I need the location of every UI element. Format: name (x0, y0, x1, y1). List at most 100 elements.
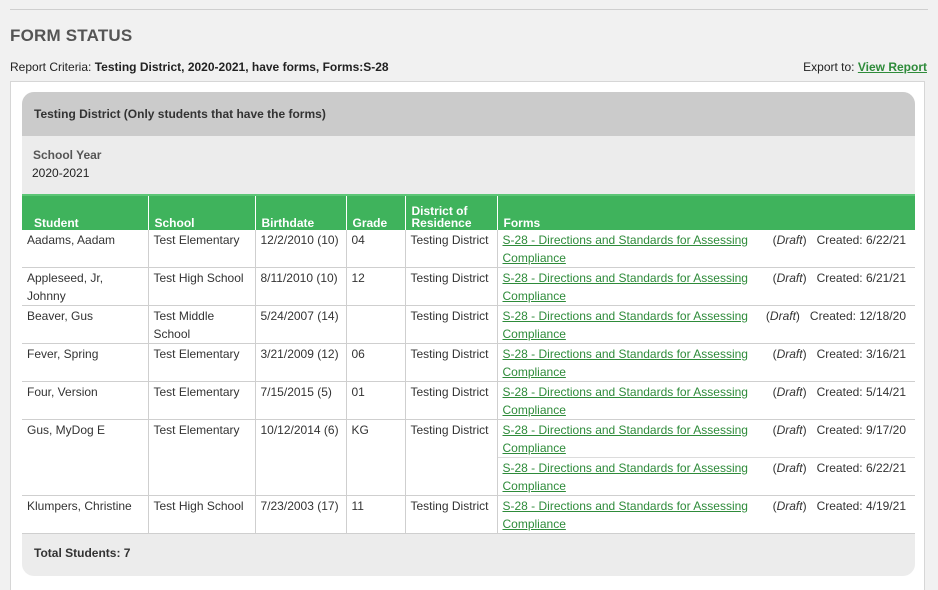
birthdate-cell: 5/24/2007 (14) (254, 305, 346, 344)
forms-cell: S-28 - Directions and Standards for Asse… (496, 419, 916, 496)
form-meta: (Draft) Created: 4/19/21 (773, 497, 906, 533)
view-report-link[interactable]: View Report (858, 60, 927, 74)
form-created-date: Created: 9/17/20 (816, 423, 906, 437)
form-status: Draft (776, 271, 803, 285)
form-meta: (Draft) Created: 3/16/21 (773, 345, 906, 381)
form-entry: S-28 - Directions and Standards for Asse… (498, 420, 916, 457)
school-cell: Test Elementary (147, 230, 255, 268)
form-status: Draft (769, 309, 796, 323)
form-created-date: Created: 6/21/21 (816, 271, 906, 285)
district-cell: Testing District (404, 495, 497, 534)
column-header-school: School (147, 194, 255, 230)
paren-close: ) (802, 271, 817, 285)
export-label: Export to: (803, 60, 858, 74)
grade-cell (345, 305, 405, 344)
school-cell: Test Elementary (147, 343, 255, 382)
form-link[interactable]: S-28 - Directions and Standards for Asse… (503, 383, 763, 419)
paren-close: ) (795, 309, 810, 323)
forms-cell: S-28 - Directions and Standards for Asse… (496, 343, 916, 382)
student-cell: Appleseed, Jr, Johnny (22, 267, 148, 306)
forms-cell: S-28 - Directions and Standards for Asse… (496, 230, 916, 268)
column-header-student: Student (22, 194, 148, 230)
form-meta: (Draft) Created: 9/17/20 (773, 421, 906, 457)
table-row: Gus, MyDog E Test Elementary 10/12/2014 (6… (22, 419, 916, 496)
form-link[interactable]: S-28 - Directions and Standards for Asse… (503, 421, 763, 457)
column-header-birthdate: Birthdate (254, 194, 346, 230)
paren-close: ) (802, 461, 817, 475)
total-students: Total Students: 7 (34, 546, 131, 560)
district-header: Testing District (Only students that hav… (22, 92, 915, 136)
paren-close: ) (802, 499, 817, 513)
birthdate-cell: 3/21/2009 (12) (254, 343, 346, 382)
student-cell: Beaver, Gus (22, 305, 148, 344)
column-header-grade: Grade (345, 194, 405, 230)
form-link[interactable]: S-28 - Directions and Standards for Asse… (503, 307, 763, 343)
column-header-district: District of Residence (404, 194, 497, 230)
students-table: Student School Birthdate Grade District … (22, 194, 915, 534)
form-created-date: Created: 12/18/20 (809, 309, 906, 323)
report-criteria-label: Report Criteria: (10, 60, 95, 74)
form-link[interactable]: S-28 - Directions and Standards for Asse… (503, 231, 763, 267)
student-cell: Four, Version (22, 381, 148, 420)
paren-close: ) (802, 233, 817, 247)
school-cell: Test Middle School (147, 305, 255, 344)
report-criteria-value: Testing District, 2020-2021, have forms,… (94, 60, 389, 74)
paren-close: ) (802, 423, 817, 437)
student-cell: Klumpers, Christine (22, 495, 148, 534)
grade-cell: 04 (345, 230, 405, 268)
school-year-label: School Year (33, 148, 102, 162)
form-link[interactable]: S-28 - Directions and Standards for Asse… (503, 269, 763, 305)
grade-cell: 06 (345, 343, 405, 382)
top-divider (10, 9, 928, 10)
form-entry: S-28 - Directions and Standards for Asse… (497, 457, 915, 495)
form-created-date: Created: 5/14/21 (816, 385, 906, 399)
report-box: Testing District (Only students that hav… (22, 92, 915, 576)
table-row: Appleseed, Jr, Johnny Test High School 8/1… (22, 267, 916, 306)
form-meta: (Draft) Created: 12/18/20 (766, 307, 906, 343)
district-cell: Testing District (404, 305, 497, 344)
student-cell: Gus, MyDog E (22, 419, 148, 496)
district-cell: Testing District (404, 419, 497, 496)
table-row: Fever, Spring Test Elementary 3/21/2009 (1… (22, 343, 916, 382)
form-created-date: Created: 6/22/21 (816, 461, 906, 475)
form-status: Draft (776, 423, 803, 437)
form-link[interactable]: S-28 - Directions and Standards for Asse… (503, 459, 763, 495)
form-created-date: Created: 3/16/21 (816, 347, 906, 361)
column-header-forms: Forms (496, 194, 915, 230)
form-created-date: Created: 6/22/21 (816, 233, 906, 247)
birthdate-cell: 7/23/2003 (17) (254, 495, 346, 534)
form-entry: S-28 - Directions and Standards for Asse… (498, 230, 916, 267)
table-header-row: Student School Birthdate Grade District … (22, 194, 915, 230)
grade-cell: 11 (345, 495, 405, 534)
form-status: Draft (776, 499, 803, 513)
form-entry: S-28 - Directions and Standards for Asse… (498, 382, 916, 419)
grade-cell: 12 (345, 267, 405, 306)
birthdate-cell: 8/11/2010 (10) (254, 267, 346, 306)
form-meta: (Draft) Created: 6/22/21 (773, 231, 906, 267)
birthdate-cell: 12/2/2010 (10) (254, 230, 346, 268)
district-cell: Testing District (404, 230, 497, 268)
form-status: Draft (776, 385, 803, 399)
table-row: Aadams, Aadam Test Elementary 12/2/2010 (1… (22, 230, 915, 268)
form-status: Draft (776, 233, 803, 247)
forms-cell: S-28 - Directions and Standards for Asse… (496, 381, 916, 420)
report-panel: Testing District (Only students that hav… (10, 81, 925, 590)
forms-cell: S-28 - Directions and Standards for Asse… (496, 305, 915, 344)
form-entry: S-28 - Directions and Standards for Asse… (498, 344, 916, 381)
school-year-value: 2020-2021 (32, 166, 90, 180)
form-link[interactable]: S-28 - Directions and Standards for Asse… (503, 497, 763, 533)
school-cell: Test High School (147, 495, 255, 534)
form-link[interactable]: S-28 - Directions and Standards for Asse… (503, 345, 763, 381)
paren-close: ) (802, 385, 817, 399)
forms-cell: S-28 - Directions and Standards for Asse… (496, 495, 916, 534)
birthdate-cell: 10/12/2014 (6) (254, 419, 346, 496)
school-cell: Test Elementary (147, 381, 255, 420)
forms-cell: S-28 - Directions and Standards for Asse… (496, 267, 916, 306)
district-cell: Testing District (404, 381, 497, 420)
form-entry: S-28 - Directions and Standards for Asse… (498, 268, 916, 305)
form-status: Draft (776, 347, 803, 361)
table-row: Klumpers, Christine Test High School 7/23/… (22, 495, 916, 534)
form-entry: S-28 - Directions and Standards for Asse… (498, 496, 916, 533)
grade-cell: KG (345, 419, 405, 496)
report-criteria: Report Criteria: Testing District, 2020-… (10, 60, 389, 74)
